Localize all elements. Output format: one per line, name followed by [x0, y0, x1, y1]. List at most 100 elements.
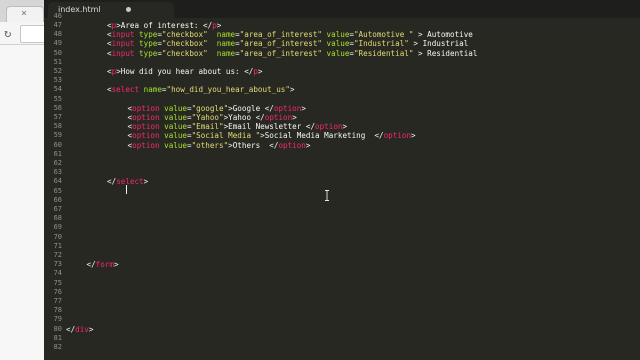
code-token: "Email": [191, 122, 224, 132]
code-token: >: [257, 67, 263, 76]
close-icon[interactable]: ×: [21, 9, 27, 19]
line-number: 60: [53, 140, 62, 149]
code-token: input: [111, 39, 135, 49]
line-number: 59: [53, 131, 62, 140]
line-number: 63: [53, 168, 62, 177]
code-line: <p>Area of interest: </p>: [107, 21, 221, 30]
code-token: > Industrial: [408, 39, 469, 49]
code-token: name: [216, 39, 236, 49]
code-token: </: [107, 177, 117, 187]
code-token: option: [315, 122, 343, 132]
line-number: 57: [53, 113, 62, 121]
line-number: 76: [53, 287, 62, 296]
line-number: 47: [53, 21, 62, 29]
code-token: > Automotive: [413, 30, 473, 40]
code-token: type: [139, 39, 158, 49]
line-number: 72: [53, 251, 62, 259]
line-number: 61: [53, 149, 62, 158]
code-token: "checkbox": [161, 48, 208, 58]
code-line: <select name="how_did_you_hear_about_us"…: [107, 85, 295, 94]
line-number: 82: [53, 343, 62, 351]
code-token: option: [132, 131, 160, 141]
code-token: >Area of interest: </: [116, 21, 213, 30]
code-token: value: [326, 48, 350, 58]
line-number: 66: [53, 195, 62, 204]
line-number: 81: [53, 333, 62, 342]
code-token: >Email Newsletter </: [223, 122, 316, 132]
line-number: 75: [53, 278, 62, 287]
line-number: 55: [53, 94, 62, 103]
code-token: name: [216, 30, 236, 40]
line-number: 77: [53, 297, 62, 305]
code-token: option: [278, 140, 306, 150]
browser-toolbar: ↻: [0, 22, 44, 45]
code-line: </select>: [107, 177, 148, 186]
line-number: 65: [53, 186, 62, 195]
code-token: "area_of_interest": [239, 30, 322, 40]
line-number: 62: [53, 159, 62, 167]
line-number: 50: [53, 48, 62, 57]
reload-icon[interactable]: ↻: [4, 26, 18, 40]
line-number: 46: [53, 12, 62, 20]
code-token: "Residential": [353, 48, 414, 58]
line-number: 64: [53, 177, 62, 186]
code-token: >: [411, 131, 416, 141]
browser-tabbar: ×: [0, 0, 44, 23]
code-line: <option value="Email">Email Newsletter <…: [128, 122, 348, 131]
code-line: <option value="google">Google </option>: [128, 104, 306, 113]
browser-tab[interactable]: ×: [6, 6, 44, 23]
code-token: value: [326, 39, 350, 49]
code-token: value: [326, 30, 350, 40]
code-token: option: [132, 103, 160, 113]
code-token: >: [88, 324, 94, 334]
code-token: >: [301, 103, 306, 113]
tab-index-html[interactable]: index.html: [48, 2, 174, 18]
code-token: >: [143, 177, 149, 187]
code-token: type: [139, 48, 158, 58]
code-token: >Google </: [228, 103, 274, 113]
code-token: "checkbox": [161, 30, 208, 40]
editor-window: index.html 46 47 48 49 50 51 52 53 54 55 56 57 58 59…: [44, 0, 640, 360]
code-token: </: [86, 260, 96, 270]
code-token: option: [383, 131, 412, 141]
code-token: </: [66, 324, 76, 334]
code-token: value: [164, 131, 187, 141]
background-browser-window[interactable]: × ↻: [0, 0, 44, 360]
code-token: value: [164, 103, 187, 113]
line-number: 53: [53, 76, 62, 85]
line-number: 48: [53, 30, 62, 39]
code-token: "Social Media ": [191, 131, 261, 141]
unsaved-dot-icon[interactable]: [126, 7, 131, 12]
line-number: 74: [53, 269, 62, 278]
code-token: option: [273, 103, 302, 113]
line-number: 71: [53, 241, 62, 250]
line-number: 73: [53, 260, 62, 269]
code-token: >: [113, 260, 119, 270]
code-token: >Yahoo </: [223, 113, 265, 122]
tab-label: index.html: [58, 5, 101, 14]
line-number: 52: [53, 67, 62, 75]
code-token: >Social Media Marketing </: [260, 131, 384, 141]
line-number: 79: [53, 315, 62, 324]
line-number: 54: [53, 85, 62, 94]
code-token: div: [75, 324, 89, 334]
editor-tabbar: index.html: [44, 0, 640, 18]
code-token: "others": [191, 140, 229, 150]
code-token: value: [164, 140, 187, 150]
code-token: name: [216, 48, 236, 58]
code-token: >How did you hear about us: </: [116, 67, 254, 76]
address-bar[interactable]: [20, 25, 44, 43]
line-number: 67: [53, 205, 62, 213]
code-token: option: [264, 113, 293, 122]
code-token: >: [216, 21, 222, 30]
browser-content: [0, 45, 44, 360]
line-number: 51: [53, 57, 62, 66]
code-token: >: [289, 85, 295, 95]
code-line: <p>How did you hear about us: </p>: [107, 67, 262, 76]
code-area[interactable]: <p>Area of interest: </p> <input type="ch…: [66, 18, 640, 360]
code-token: >: [342, 122, 348, 132]
screen: × ↻ index.html 46 47 48 49 50 51 52 53 54 55 56 57…: [0, 0, 640, 360]
code-token: option: [132, 140, 160, 150]
